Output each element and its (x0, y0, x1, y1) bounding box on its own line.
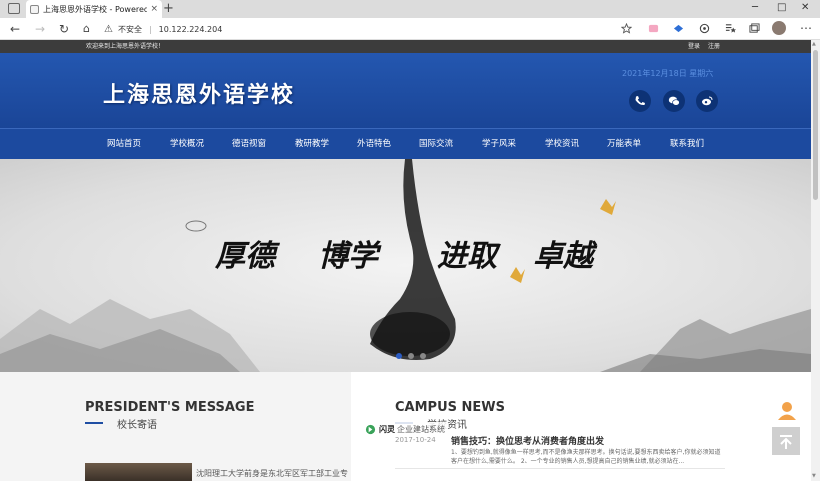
phone-icon (635, 96, 645, 106)
president-photo (85, 463, 192, 481)
weibo-button[interactable] (696, 90, 718, 112)
phone-button[interactable] (629, 90, 651, 112)
browser-essentials-icon[interactable] (699, 23, 710, 34)
url-text: 10.122.224.204 (158, 24, 223, 34)
maximize-button[interactable]: □ (777, 2, 786, 13)
main-nav: 网站首页 学校概况 德语视窗 教研教学 外语特色 国际交流 学子风采 学校资讯 … (0, 128, 811, 159)
home-icon[interactable]: ⌂ (83, 21, 90, 37)
hero-banner[interactable]: 厚德 博学 进取 卓越 (0, 159, 811, 372)
page-scrollbar[interactable]: ▲ ▼ (811, 40, 820, 481)
arrow-up-icon (780, 435, 792, 449)
president-heading: PRESIDENT'S MESSAGE (85, 400, 255, 415)
minimize-button[interactable]: ─ (752, 2, 758, 13)
reload-icon[interactable]: ↻ (59, 21, 69, 37)
close-window-button[interactable]: ✕ (801, 2, 809, 13)
scroll-down-icon[interactable]: ▼ (812, 473, 816, 479)
slide-dot-2[interactable] (408, 353, 414, 359)
nav-item-students[interactable]: 学子风采 (482, 129, 516, 160)
extension-bird-icon[interactable] (673, 23, 684, 34)
nav-item-overview[interactable]: 学校概况 (170, 129, 204, 160)
nav-item-form[interactable]: 万能表单 (607, 129, 641, 160)
slogan-3: 进取 (437, 239, 497, 274)
nav-item-news[interactable]: 学校资讯 (545, 129, 579, 160)
weibo-icon (702, 96, 713, 106)
scroll-up-icon[interactable]: ▲ (812, 41, 816, 47)
ink-landscape-art (0, 159, 811, 372)
profile-avatar[interactable] (772, 21, 786, 35)
cms-brand: 闪灵 (379, 424, 395, 434)
nav-item-teaching[interactable]: 教研教学 (295, 129, 329, 160)
president-heading-underline (85, 422, 103, 424)
tab-title: 上海思恩外语学校 - Powered by (43, 4, 148, 14)
site-header: 上海思恩外语学校 2021年12月18日 星期六 (0, 53, 811, 128)
slogan-2: 博学 (318, 239, 378, 274)
address-separator: | (148, 24, 152, 34)
forward-arrow-icon[interactable]: → (35, 21, 45, 37)
favorite-star-icon[interactable] (621, 23, 632, 34)
nav-item-home[interactable]: 网站首页 (107, 129, 141, 160)
more-menu-icon[interactable]: ⋯ (800, 20, 812, 36)
extension-pink-icon[interactable] (648, 23, 659, 34)
news-item-date: 2017-10-24 (395, 436, 436, 444)
browser-toolbar: ← → ↻ ⌂ ⚠ 不安全 | 10.122.224.204 ⋯ (0, 18, 820, 40)
cms-badge[interactable]: 闪灵 企业建站系统 (365, 422, 448, 436)
page-favicon-icon (30, 4, 39, 14)
collections-icon[interactable] (749, 23, 760, 34)
nav-item-international[interactable]: 国际交流 (419, 129, 453, 160)
news-heading: CAMPUS NEWS (395, 400, 505, 415)
slide-dot-3[interactable] (420, 353, 426, 359)
slogan-1: 厚德 (215, 239, 275, 274)
slide-dot-1[interactable] (396, 353, 402, 359)
login-link[interactable]: 登录 (688, 40, 700, 53)
back-arrow-icon[interactable]: ← (10, 21, 20, 37)
nav-item-german[interactable]: 德语视窗 (232, 129, 266, 160)
wechat-icon (668, 96, 680, 106)
site-topbar: 欢迎来到上海思恩外语学校！ 登录 注册 (0, 40, 811, 53)
back-to-top-button[interactable] (772, 427, 800, 455)
register-link[interactable]: 注册 (708, 40, 720, 53)
browser-tabstrip: 上海思恩外语学校 - Powered by × + ─ □ ✕ (0, 0, 820, 18)
warning-icon: ⚠ (104, 23, 113, 35)
favorites-list-icon[interactable] (725, 23, 736, 34)
cms-text: 企业建站系统 (397, 424, 445, 434)
tab-close-icon[interactable]: × (150, 4, 158, 14)
slogan-4: 卓越 (533, 239, 593, 274)
president-subheading: 校长寄语 (117, 420, 157, 431)
website: 欢迎来到上海思恩外语学校！ 登录 注册 上海思恩外语学校 2021年12月18日… (0, 40, 811, 481)
browser-tab[interactable]: 上海思恩外语学校 - Powered by × (26, 0, 162, 18)
wechat-button[interactable] (663, 90, 685, 112)
tab-actions-icon[interactable] (8, 3, 20, 14)
header-date: 2021年12月18日 星期六 (622, 69, 714, 78)
school-logo[interactable]: 上海思恩外语学校 (103, 77, 295, 109)
nav-item-contact[interactable]: 联系我们 (670, 129, 704, 160)
news-divider (395, 468, 725, 469)
president-message-text[interactable]: 沈阳理工大学前身是东北军区军工部工业专 (196, 468, 348, 479)
scrollbar-thumb[interactable] (813, 50, 818, 200)
news-item-summary: 1、要想钓到鱼,就得像鱼一样思考,而不是像渔夫那样思考。换句话说,要想东西卖给客… (451, 449, 721, 465)
nav-item-language[interactable]: 外语特色 (357, 129, 391, 160)
news-item-title[interactable]: 销售技巧：换位思考从消费者角度出发 (451, 434, 604, 447)
address-bar[interactable]: ⚠ 不安全 | 10.122.224.204 (104, 20, 664, 38)
cms-logo-icon (365, 424, 376, 434)
welcome-text: 欢迎来到上海思恩外语学校！ (86, 43, 165, 50)
security-label: 不安全 (117, 24, 142, 34)
new-tab-button[interactable]: + (163, 1, 174, 17)
customer-service-icon[interactable] (776, 399, 798, 421)
